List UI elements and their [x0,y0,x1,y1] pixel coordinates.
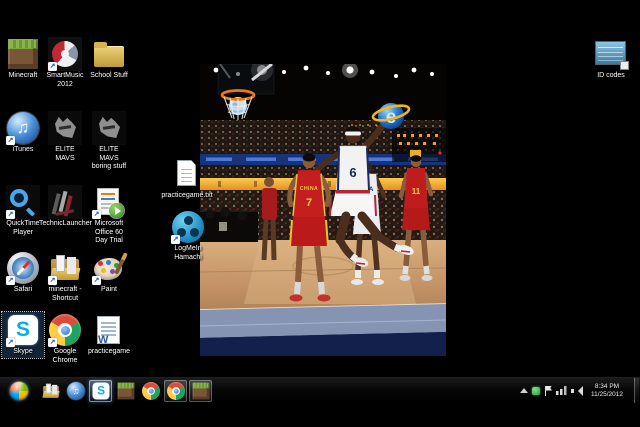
worddoc-icon [92,313,126,347]
taskbar-minecraft[interactable] [114,380,137,402]
quicktime-icon [6,185,40,219]
shortcut-arrow-overlay [6,136,15,145]
taskbar-start-button[interactable] [6,380,32,402]
taskbar-windows-explorer[interactable] [39,380,62,402]
minecraft-icon [6,37,40,71]
desktop-icon-label: iTunes [13,146,34,155]
desktop: Minecraft SmartMusic 2012 School Stuff iTun… [0,0,640,427]
desktop-icon-office-trial[interactable]: Microsoft Office 60 Day Trial [88,184,130,247]
desktop-icon-label: TechnicLauncher [39,220,91,229]
desktop-icon-technic-launcher[interactable]: TechnicLauncher [44,184,86,230]
taskbar-clock[interactable]: 8:34 PM 11/25/2012 [586,383,628,399]
desktop-icon-school-stuff[interactable]: School Stuff [88,36,130,82]
show-desktop-button[interactable] [634,378,639,403]
safari-icon [6,251,40,285]
folder-open-icon [41,381,60,400]
wolf-icon [48,111,82,145]
shortcut-arrow-overlay [6,338,15,347]
folder-open-icon [48,251,82,285]
office-icon [92,185,126,219]
folder-icon [92,37,126,71]
chrome-icon [48,313,82,347]
wolf-icon [92,111,126,145]
itunes-icon [66,381,85,400]
desktop-icon-paint[interactable]: Paint [88,250,130,296]
shortcut-arrow-overlay [48,276,57,285]
taskbar-google-chrome-window[interactable] [164,380,187,402]
minecraft-icon [116,381,135,400]
orb-icon [7,379,30,402]
desktop-icon-label: SmartMusic 2012 [45,72,85,89]
network-icon[interactable] [556,386,567,395]
desktop-icon-quicktime-player[interactable]: QuickTime Player [2,184,44,238]
clock-date: 11/25/2012 [586,391,628,399]
skype-icon [91,381,110,400]
shortcut-arrow-overlay [48,338,57,347]
desktop-icon-label: ELITE MAVS [45,146,85,163]
desktop-icon-label: Skype [13,348,32,357]
desktop-icon-label: Minecraft [9,72,38,81]
desktop-icon-label: Google Chrome [45,348,85,365]
desktop-icon-google-chrome[interactable]: Google Chrome [44,312,86,366]
desktop-icon-skype[interactable]: Skype [2,312,44,358]
skype-icon [6,313,40,347]
chrome-icon [141,381,160,400]
desktop-icon-label: School Stuff [90,72,128,81]
shortcut-arrow-overlay [6,210,15,219]
taskbar-items [6,378,212,403]
taskbar: 8:34 PM 11/25/2012 [0,377,640,403]
desktop-icon-label: Paint [101,286,117,295]
hamachi-tray-icon[interactable] [532,387,540,395]
taskbar-minecraft-window[interactable] [189,380,212,402]
desktop-icon-smartmusic-2012[interactable]: SmartMusic 2012 [44,36,86,90]
desktop-icon-practicegame-txt[interactable]: practicegame.txt [164,156,210,202]
hamachi-icon [171,210,205,244]
shortcut-arrow-overlay [171,235,180,244]
desktop-icon-label: QuickTime Player [3,220,43,237]
desktop-icon-layer: Minecraft SmartMusic 2012 School Stuff iTun… [0,0,640,427]
shortcut-arrow-overlay [92,210,101,219]
desktop-icon-elite-mavs[interactable]: ELITE MAVS [44,110,86,164]
desktop-icon-label: Safari [14,286,32,295]
desktop-icon-label: ELITE MAVS boring stuff [89,146,129,172]
desktop-icon-practicegame[interactable]: practicegame [88,312,130,358]
taskbar-skype[interactable] [89,380,112,402]
volume-icon[interactable] [571,386,582,396]
paint-icon [92,251,126,285]
desktop-icon-elite-mavs-boring-stuff[interactable]: ELITE MAVS boring stuff [88,110,130,173]
clock-time: 8:34 PM [586,383,628,391]
desktop-icon-label: minecraft - Shortcut [45,286,85,303]
desktop-icon-itunes[interactable]: iTunes [2,110,44,156]
desktop-icon-label: practicegame [88,348,130,357]
desktop-icon-logmein-hamachi[interactable]: LogMeIn Hamachi [158,209,218,263]
taskbar-itunes[interactable] [64,380,87,402]
smartmusic-icon [48,37,82,71]
technic-icon [48,185,82,219]
desktop-icon-label: practicegame.txt [161,192,212,201]
action-center-flag-icon[interactable] [544,386,552,396]
minecraft-icon [191,381,210,400]
shortcut-arrow-overlay [92,276,101,285]
shortcut-arrow-overlay [6,276,15,285]
desktop-icon-label: ID codes [597,72,625,81]
desktop-icon-minecraft[interactable]: Minecraft [2,36,44,82]
screenshot-icon [594,37,628,71]
itunes-icon [6,111,40,145]
desktop-icon-label: Microsoft Office 60 Day Trial [89,220,129,246]
shortcut-arrow-overlay [48,62,57,71]
desktop-icon-safari[interactable]: Safari [2,250,44,296]
textdoc-icon [170,157,204,191]
desktop-icon-id-codes[interactable]: ID codes [588,36,634,82]
taskbar-google-chrome[interactable] [139,380,162,402]
system-tray: 8:34 PM 11/25/2012 [520,378,639,403]
desktop-icon-minecraft-shortcut[interactable]: minecraft - Shortcut [44,250,86,304]
chrome-icon [166,381,185,400]
show-hidden-icons-button[interactable] [520,388,528,393]
desktop-icon-label: LogMeIn Hamachi [162,245,214,262]
